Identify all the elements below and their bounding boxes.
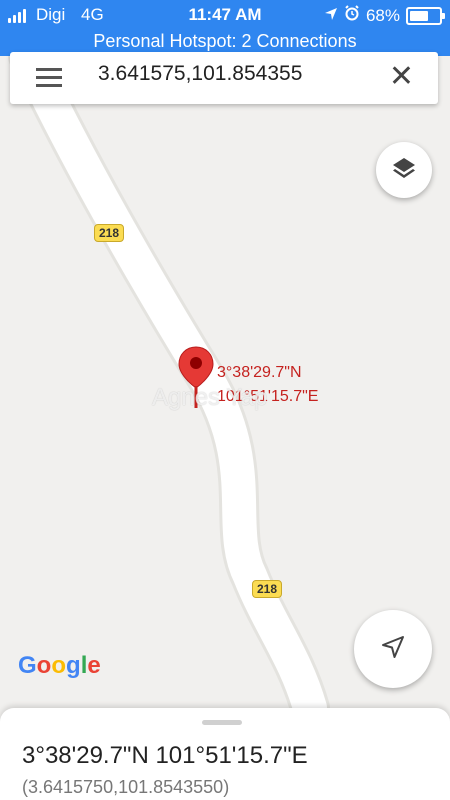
place-sheet[interactable]: 3°38'29.7"N 101°51'15.7"E (3.6415750,101… xyxy=(0,708,450,800)
google-logo-letter: G xyxy=(18,652,37,679)
place-title: 3°38'29.7"N 101°51'15.7"E xyxy=(22,742,308,769)
google-logo-letter: e xyxy=(87,652,101,679)
google-logo-letter: o xyxy=(51,652,67,679)
google-logo: Google xyxy=(18,652,101,680)
status-bar: Digi 4G 11:47 AM 68% Personal Hotspot: 2… xyxy=(0,0,450,56)
location-arrow-icon xyxy=(324,6,338,26)
pin-label-lat: 3°38'29.7"N xyxy=(217,364,302,381)
menu-icon[interactable] xyxy=(36,68,62,88)
place-coordinates: (3.6415750,101.8543550) xyxy=(22,777,230,797)
google-logo-letter: o xyxy=(36,652,52,679)
search-input[interactable]: 3.641575,101.854355 xyxy=(98,62,302,86)
hotspot-banner[interactable]: Personal Hotspot: 2 Connections xyxy=(0,31,450,52)
battery-fill xyxy=(410,10,428,21)
close-icon[interactable]: ✕ xyxy=(389,62,414,92)
google-logo-letter: g xyxy=(66,652,81,679)
layers-button[interactable] xyxy=(376,142,432,198)
watermark: Agnes Yap xyxy=(152,384,268,411)
navigation-arrow-icon xyxy=(380,634,406,665)
road-shield-218[interactable]: 218 xyxy=(252,580,283,598)
my-location-button[interactable] xyxy=(354,610,432,688)
search-bar[interactable]: 3.641575,101.854355 ✕ xyxy=(10,52,438,104)
alarm-icon xyxy=(344,5,360,26)
battery-icon xyxy=(406,6,445,25)
road-shield-218[interactable]: 218 xyxy=(94,224,125,242)
layers-icon xyxy=(391,155,417,186)
drag-handle[interactable] xyxy=(202,720,242,725)
battery-percent: 68% xyxy=(365,5,400,25)
